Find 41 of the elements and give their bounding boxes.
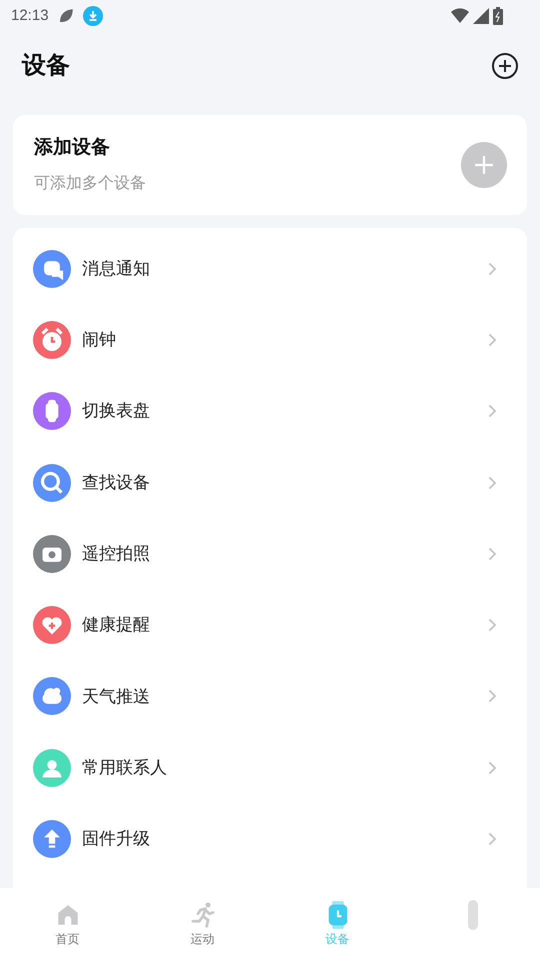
menu-label: 固件升级 (82, 828, 151, 850)
download-icon (82, 6, 103, 26)
battery-icon (493, 7, 503, 25)
card-title: 添加设备 (34, 136, 111, 160)
menu-label: 常用联系人 (82, 756, 168, 779)
nav-tab[interactable]: 首页 (0, 900, 135, 948)
card-subtitle: 可添加多个设备 (34, 174, 146, 194)
menu-item[interactable]: 天气推送 (13, 660, 527, 732)
status-time: 12:13 (11, 6, 49, 26)
menu-item[interactable]: 闹钟 (13, 304, 527, 376)
chevron-icon (488, 618, 497, 632)
plus-icon (474, 155, 494, 175)
menu-item[interactable]: 消息通知 (13, 233, 527, 304)
add-device-card[interactable]: 添加设备 可添加多个设备 (13, 115, 527, 215)
menu-item[interactable]: 固件升级 (13, 803, 527, 875)
nav-tab[interactable]: 运动 (135, 900, 270, 948)
menu-item[interactable]: 常用联系人 (13, 732, 527, 804)
chevron-icon (488, 262, 497, 276)
menu-label: 遥控拍照 (82, 543, 151, 566)
menu-item[interactable]: 查找设备 (13, 446, 527, 518)
menu-label: 切换表盘 (82, 400, 151, 422)
menu-item[interactable]: 切换表盘 (13, 376, 527, 447)
page-title: 设备 (22, 51, 70, 81)
chevron-icon (488, 476, 497, 490)
chevron-icon (488, 832, 497, 846)
chevron-icon (488, 332, 497, 347)
chevron-icon (488, 404, 497, 418)
chevron-icon (488, 760, 497, 775)
add-device-button[interactable] (461, 142, 507, 188)
menu-label: 消息通知 (82, 258, 151, 280)
menu-item[interactable]: 健康提醒 (13, 589, 527, 661)
menu-item[interactable]: 遥控拍照 (13, 518, 527, 590)
menu-label: 查找设备 (82, 472, 151, 494)
add-icon[interactable] (492, 53, 518, 79)
signal-icon (473, 8, 489, 24)
wifi-icon (451, 8, 469, 24)
chevron-icon (488, 546, 497, 561)
menu-label: 天气推送 (82, 686, 151, 708)
menu-label: 闹钟 (82, 329, 117, 352)
chevron-icon (488, 689, 497, 704)
menu-label: 健康提醒 (82, 614, 151, 636)
